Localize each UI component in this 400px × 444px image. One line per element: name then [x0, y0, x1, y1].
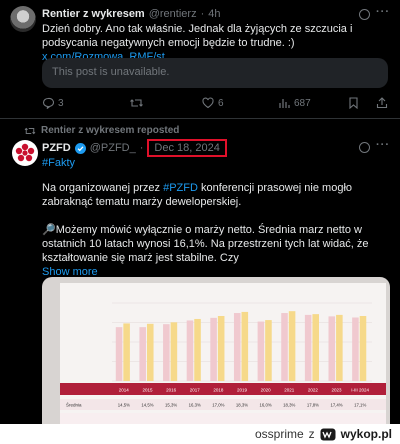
bar: [115, 327, 123, 381]
repost-indicator[interactable]: Rentier z wykresem reposted: [24, 125, 179, 136]
bar-chart: 2014 2015 2016 2017 2018 2019 2020 2021 2022 2023…: [60, 302, 386, 424]
avatar[interactable]: [12, 140, 38, 166]
data-label: 14,5%: [118, 403, 130, 408]
post-text: Na organizowanej przez #PZFD konferencji…: [42, 181, 392, 279]
bar: [352, 317, 359, 381]
bar: [163, 324, 170, 381]
x-tick-label: I-III 2024: [351, 388, 369, 393]
x-tick-label: 2022: [308, 388, 319, 393]
quoted-post-unavailable: This post is unavailable.: [42, 58, 388, 88]
reply-icon: [42, 97, 54, 109]
bar: [241, 311, 249, 381]
views-icon: [279, 99, 290, 108]
post-image[interactable]: 2014 2015 2016 2017 2018 2019 2020 2021 2022 2023…: [42, 277, 390, 444]
author-name[interactable]: PZFD: [42, 142, 71, 154]
x-tick-label: 2020: [261, 388, 272, 393]
bar: [312, 314, 319, 381]
grok-icon[interactable]: [359, 142, 370, 153]
x-tick-label: 2014: [119, 388, 130, 393]
bar: [146, 323, 154, 381]
data-label: 18,3%: [283, 403, 295, 408]
post-rentier[interactable]: Rentier z wykresem @rentierz · 4h ··· Dz…: [0, 0, 400, 118]
data-label: 18,3%: [236, 403, 248, 408]
x-tick-label: 2016: [166, 388, 177, 393]
data-label: 14,5%: [141, 403, 153, 408]
bar: [257, 321, 265, 381]
row-label: Średnia: [66, 401, 82, 408]
pzfd-logo-icon: [15, 143, 35, 162]
share-button[interactable]: [376, 97, 388, 109]
avatar[interactable]: [10, 6, 36, 32]
brand-name: wykop.pl: [340, 427, 392, 441]
bar: [288, 311, 296, 381]
bar: [304, 314, 312, 381]
paragraph: Na organizowanej przez #PZFD konferencji…: [42, 182, 353, 208]
heart-icon: [202, 97, 214, 109]
username: ossprime: [254, 427, 304, 441]
bar: [328, 316, 336, 381]
bar: [336, 314, 343, 381]
views-button[interactable]: 687: [278, 97, 311, 109]
bar: [186, 320, 194, 381]
repost-button[interactable]: [130, 97, 143, 109]
x-tick-label: 2017: [190, 388, 201, 393]
author-handle[interactable]: @rentierz: [149, 8, 197, 20]
wykop-logo-icon: [320, 428, 336, 440]
bar: [170, 322, 178, 381]
grok-icon[interactable]: [359, 9, 370, 20]
bar: [194, 318, 201, 381]
x-tick-label: 2023: [332, 388, 343, 393]
table-row: [60, 413, 386, 424]
x-tick-label: 2018: [213, 388, 224, 393]
bar: [123, 323, 130, 381]
bar: [139, 327, 146, 381]
bar: [210, 317, 217, 381]
data-label: 15,3%: [165, 403, 177, 408]
data-label: 16,0%: [260, 403, 272, 408]
author-handle[interactable]: @PZFD_: [90, 142, 136, 154]
bar: [217, 316, 225, 381]
share-icon: [376, 97, 388, 109]
bar: [281, 313, 288, 381]
hashtag-link[interactable]: #PZFD: [163, 182, 198, 194]
hashtag-link[interactable]: #Fakty: [42, 157, 75, 169]
more-options-icon[interactable]: ···: [376, 6, 390, 18]
presentation-slide: 2014 2015 2016 2017 2018 2019 2020 2021 2022 2023…: [60, 283, 386, 444]
x-tick-label: 2015: [142, 388, 153, 393]
author-name[interactable]: Rentier z wykresem: [42, 8, 145, 20]
bar: [233, 313, 241, 381]
data-label: 16,3%: [189, 403, 201, 408]
data-label: 17,1%: [354, 403, 366, 408]
repost-icon: [24, 127, 36, 134]
wykop-watermark: ossprime z wykop.pl: [254, 427, 392, 441]
paragraph: 🔎Możemy mówić wyłącznie o marży netto. Ś…: [42, 224, 369, 264]
watermark-bar: ossprime z wykop.pl: [0, 424, 400, 444]
post-date[interactable]: Dec 18, 2024: [147, 139, 227, 157]
data-label: 17,0%: [212, 403, 224, 408]
verified-badge-icon: [74, 142, 86, 154]
x-tick-label: 2019: [237, 388, 248, 393]
bookmark-icon: [349, 97, 358, 109]
bar: [265, 320, 272, 381]
data-label: 17,4%: [330, 403, 342, 408]
data-label: 17,8%: [307, 403, 319, 408]
reply-button[interactable]: 3: [42, 97, 64, 109]
post-header: Rentier z wykresem @rentierz · 4h: [42, 8, 221, 20]
repost-icon: [130, 99, 143, 107]
divider: [0, 118, 400, 119]
post-header: PZFD @PZFD_ · Dec 18, 2024: [42, 139, 227, 157]
like-button[interactable]: 6: [202, 97, 224, 109]
x-tick-label: 2021: [284, 388, 295, 393]
bookmark-button[interactable]: [348, 97, 359, 109]
post-actions: 3 6 687: [42, 97, 390, 111]
post-time[interactable]: 4h: [208, 8, 220, 20]
bar: [359, 316, 367, 381]
more-options-icon[interactable]: ···: [376, 139, 390, 151]
